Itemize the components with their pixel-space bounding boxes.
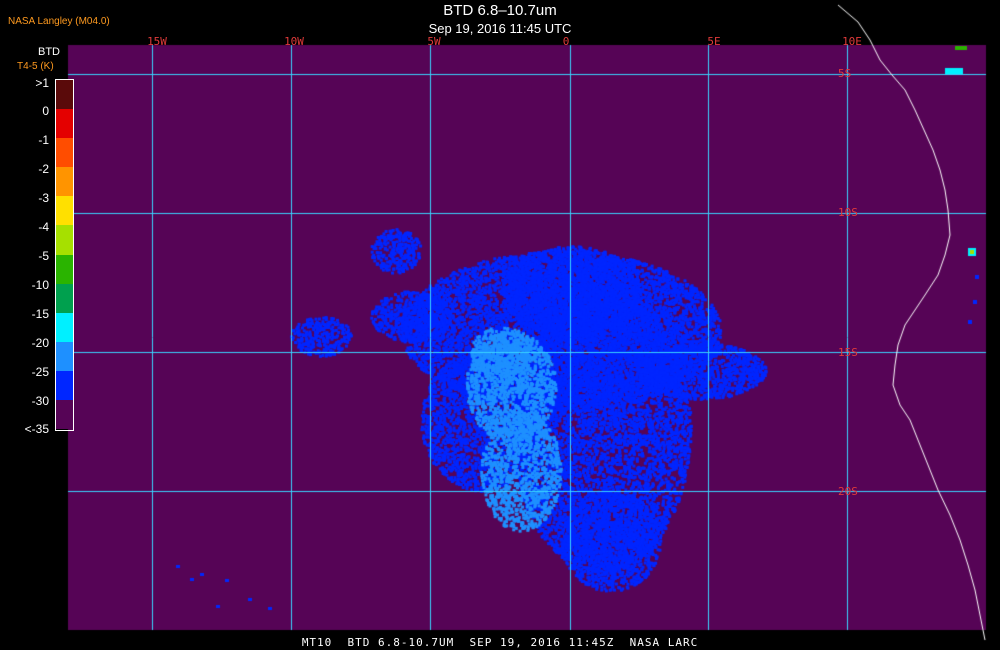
legend-tick-label: -25 — [31, 365, 49, 379]
legend-swatch — [56, 400, 73, 430]
lat-label-10s: 10S — [838, 206, 858, 219]
legend-tick-label: -20 — [31, 336, 49, 350]
legend-swatch — [56, 167, 73, 197]
satellite-map — [0, 0, 1000, 650]
legend-swatch — [56, 196, 73, 226]
lat-label-15s: 15S — [838, 346, 858, 359]
legend-units: T4-5 (K) — [17, 61, 54, 72]
legend-tick-label: -15 — [31, 307, 49, 321]
lat-label-5s: 5S — [838, 67, 852, 80]
legend-tick-label: -1 — [38, 133, 49, 147]
footer-caption: MT10 BTD 6.8-10.7UM SEP 19, 2016 11:45Z … — [301, 636, 699, 649]
legend-swatch — [56, 312, 73, 342]
product-title: BTD 6.8–10.7um — [443, 2, 557, 19]
legend-swatch — [56, 109, 73, 139]
lon-label-5w: 5W — [427, 35, 441, 48]
lon-label-15w: 15W — [147, 35, 167, 48]
legend-tick-label: -10 — [31, 278, 49, 292]
product-timestamp: Sep 19, 2016 11:45 UTC — [428, 21, 572, 36]
legend-swatch — [56, 138, 73, 168]
legend-swatch — [56, 80, 73, 110]
lon-label-10w: 10W — [284, 35, 304, 48]
lon-label-5e: 5E — [707, 35, 721, 48]
lon-label-10e: 10E — [842, 35, 862, 48]
legend-tick-label: -3 — [38, 191, 49, 205]
legend-tick-label: <-35 — [24, 422, 49, 436]
legend-tick-label: -4 — [38, 220, 49, 234]
legend-swatch — [56, 225, 73, 255]
legend-swatch — [56, 283, 73, 313]
legend-title: BTD — [38, 46, 60, 58]
legend-tick-label: 0 — [42, 104, 49, 118]
legend-tick-label: >1 — [35, 76, 49, 90]
color-legend — [55, 79, 74, 431]
legend-tick-label: -30 — [31, 394, 49, 408]
legend-tick-label: -5 — [38, 249, 49, 263]
lat-label-20s: 20S — [838, 485, 858, 498]
legend-swatch — [56, 341, 73, 371]
legend-swatch — [56, 254, 73, 284]
legend-tick-label: -2 — [38, 162, 49, 176]
lon-label-0: 0 — [562, 35, 570, 48]
legend-swatch — [56, 370, 73, 401]
